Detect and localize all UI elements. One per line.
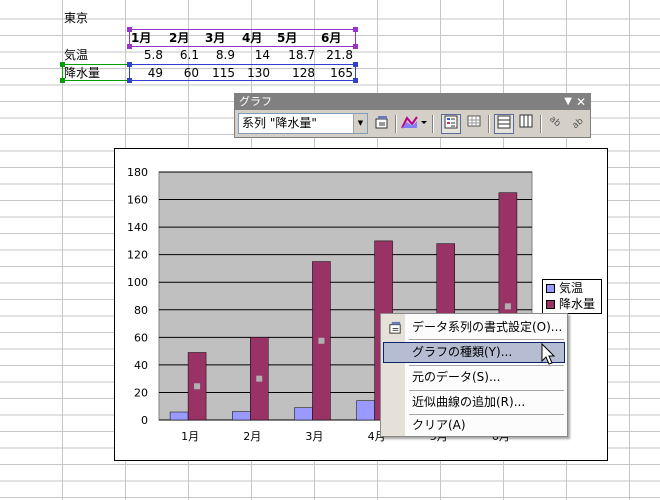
category-range-highlight: [129, 29, 356, 47]
range-handle[interactable]: [127, 62, 132, 67]
data-cell[interactable]: 8.9: [202, 47, 238, 64]
toolbar-separator: [432, 115, 434, 133]
legend-item[interactable]: 降水量: [543, 296, 601, 312]
svg-text:ab: ab: [570, 116, 585, 130]
by-column-icon[interactable]: [516, 114, 536, 134]
by-row-icon[interactable]: [494, 114, 514, 134]
menu-item-label: 近似曲線の追加(R)...: [412, 395, 526, 409]
toolbar-separator: [395, 115, 397, 133]
bar-temperature[interactable]: [294, 407, 313, 421]
toolbar-separator: [488, 115, 490, 133]
bar-temperature[interactable]: [169, 411, 189, 421]
legend-icon[interactable]: [441, 114, 461, 134]
chart-object-value: 系列 "降水量": [242, 116, 317, 130]
x-tick-label: 2月: [243, 430, 261, 443]
angle-text-down-icon[interactable]: ab: [545, 114, 565, 134]
y-tick-label: 80: [134, 304, 148, 317]
data-cell[interactable]: 6.1: [166, 47, 202, 64]
row-label-temperature[interactable]: 気温: [64, 47, 88, 64]
chevron-down-icon[interactable]: ▼: [353, 114, 367, 133]
y-tick-label: 60: [134, 331, 148, 344]
y-tick-label: 140: [127, 221, 148, 234]
y-tick-label: 100: [127, 276, 148, 289]
range-handle[interactable]: [353, 62, 358, 67]
values-range-highlight: [129, 64, 356, 81]
toolbar-separator: [540, 115, 542, 133]
chart-legend[interactable]: 気温 降水量: [542, 279, 602, 314]
toolbar-options-icon[interactable]: ▼: [564, 94, 572, 110]
context-menu[interactable]: データ系列の書式設定(O)... グラフの種類(Y)... 元のデータ(S)..…: [380, 313, 568, 437]
range-handle[interactable]: [127, 78, 132, 83]
y-tick-label: 160: [127, 194, 148, 207]
menu-item-label: グラフの種類(Y)...: [412, 345, 513, 359]
format-series-icon: [388, 320, 403, 342]
selection-handle[interactable]: [504, 303, 511, 310]
chart-type-icon[interactable]: [400, 114, 428, 134]
chart-object-select[interactable]: 系列 "降水量" ▼: [238, 113, 368, 134]
selection-handle[interactable]: [256, 375, 263, 382]
range-handle[interactable]: [353, 78, 358, 83]
menu-separator: [409, 390, 564, 391]
bar-temperature[interactable]: [356, 400, 375, 421]
menu-item-add-trendline[interactable]: 近似曲線の追加(R)...: [383, 392, 565, 413]
data-cell[interactable]: 18.7: [273, 47, 318, 64]
menu-item-format-data-series[interactable]: データ系列の書式設定(O)...: [383, 317, 565, 338]
x-tick-label: 3月: [305, 430, 323, 443]
data-cell[interactable]: 21.8: [318, 47, 356, 64]
menu-item-source-data[interactable]: 元のデータ(S)...: [383, 367, 565, 388]
y-tick-label: 0: [141, 414, 148, 427]
y-tick-label: 120: [127, 249, 148, 262]
y-tick-label: 20: [134, 386, 148, 399]
data-cell[interactable]: 5.8: [128, 47, 166, 64]
legend-label: 気温: [559, 281, 584, 295]
menu-item-label: データ系列の書式設定(O)...: [412, 320, 563, 334]
data-table-icon[interactable]: [464, 114, 484, 134]
selection-handle[interactable]: [194, 383, 201, 390]
close-icon[interactable]: ✕: [576, 94, 586, 110]
svg-text:ab: ab: [547, 114, 562, 129]
selection-handle[interactable]: [318, 337, 325, 344]
y-tick-label: 180: [127, 166, 148, 179]
bar-temperature[interactable]: [232, 411, 251, 421]
mouse-cursor-icon: [541, 343, 556, 365]
menu-item-clear[interactable]: クリア(A): [383, 415, 565, 436]
toolbar-titlebar[interactable]: グラフ ▼ ✕: [235, 94, 590, 110]
menu-item-label: 元のデータ(S)...: [412, 370, 501, 384]
data-cell[interactable]: 14: [238, 47, 273, 64]
legend-item[interactable]: 気温: [543, 280, 601, 296]
menu-item-label: クリア(A): [412, 418, 466, 432]
range-handle[interactable]: [353, 44, 358, 49]
legend-label: 降水量: [559, 297, 596, 311]
toolbar-title: グラフ: [239, 95, 272, 108]
menu-separator: [409, 339, 564, 340]
cell-title[interactable]: 東京: [64, 10, 88, 27]
legend-swatch-temperature: [546, 284, 555, 293]
x-tick-label: 1月: [181, 430, 199, 443]
range-handle[interactable]: [353, 27, 358, 32]
series-name-highlight: [62, 64, 130, 81]
chart-toolbar[interactable]: グラフ ▼ ✕ 系列 "降水量" ▼ ab ab: [234, 93, 591, 138]
menu-item-chart-type[interactable]: グラフの種類(Y)...: [383, 342, 565, 363]
range-handle[interactable]: [127, 27, 132, 32]
range-handle[interactable]: [60, 78, 65, 83]
legend-swatch-precipitation: [546, 300, 555, 309]
format-series-icon[interactable]: [372, 114, 392, 134]
y-tick-label: 40: [134, 359, 148, 372]
range-handle[interactable]: [60, 62, 65, 67]
angle-text-up-icon[interactable]: ab: [567, 114, 587, 134]
range-handle[interactable]: [127, 44, 132, 49]
